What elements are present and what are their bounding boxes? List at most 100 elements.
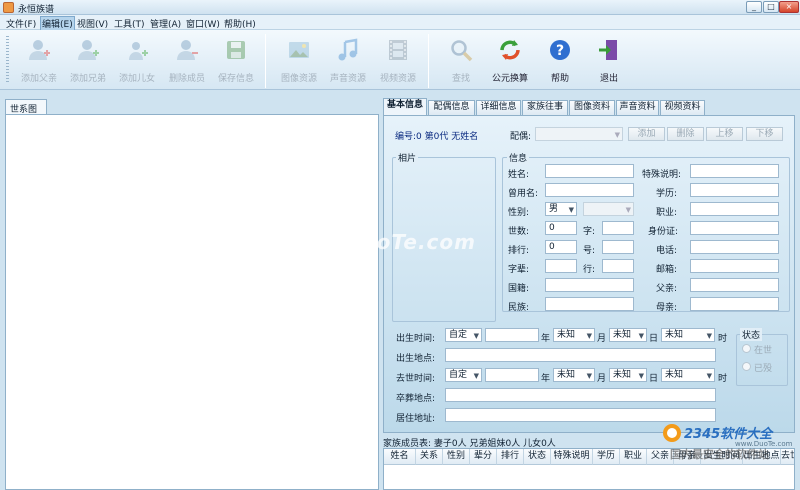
hang-label: 行: [583, 265, 596, 275]
father-label: 父亲: [656, 284, 678, 294]
spouse-delete-button[interactable]: 删除 [667, 127, 704, 141]
menu-window[interactable]: 窗口(W) [186, 17, 220, 30]
menu-manage[interactable]: 管理(A) [150, 17, 181, 30]
audio-resource-button[interactable]: 声音资源 [324, 34, 372, 88]
gender-select[interactable]: 男 [545, 202, 577, 216]
minimize-button[interactable]: _ [746, 1, 762, 13]
birth-month-select[interactable]: 未知 [553, 328, 595, 342]
alias-label: 曾用名: [508, 189, 539, 199]
spouse-down-button[interactable]: 下移 [746, 127, 783, 141]
alive-label: 在世 [754, 346, 773, 356]
tab-image-data[interactable]: 图像资料 [569, 100, 615, 115]
hao-field[interactable] [602, 240, 634, 254]
toolbar-separator [428, 34, 429, 88]
help-button[interactable]: ? 帮助 [536, 34, 584, 88]
menu-tools[interactable]: 工具(T) [114, 17, 145, 30]
column-header[interactable]: 状态 [524, 449, 551, 465]
column-header[interactable]: 职业 [620, 449, 647, 465]
birth-calendar-select[interactable]: 自定 [445, 328, 482, 342]
father-field[interactable] [690, 278, 779, 292]
menu-view[interactable]: 视图(V) [77, 17, 108, 30]
photo-group-title: 相片 [396, 151, 419, 164]
deceased-radio[interactable] [742, 362, 751, 371]
mother-field[interactable] [690, 297, 779, 311]
column-header[interactable]: 排行 [497, 449, 524, 465]
toolbar-grip[interactable] [6, 36, 9, 84]
hang-field[interactable] [602, 259, 634, 273]
birth-place-field[interactable] [445, 348, 716, 362]
exit-button[interactable]: 退出 [585, 34, 633, 88]
maximize-button[interactable]: □ [763, 1, 779, 13]
tab-family-history[interactable]: 家族往事 [522, 100, 568, 115]
calendar-convert-button[interactable]: 公元换算 [486, 34, 534, 88]
add-child-button[interactable]: 添加儿女 [113, 34, 161, 88]
death-year-field[interactable] [485, 368, 539, 382]
idcard-field[interactable] [690, 221, 779, 235]
rank-field[interactable]: 0 [545, 240, 577, 254]
menu-help[interactable]: 帮助(H) [224, 17, 256, 30]
zi-field[interactable] [602, 221, 634, 235]
nationality-field[interactable] [545, 278, 634, 292]
email-field[interactable] [690, 259, 779, 273]
special-note-field[interactable] [690, 164, 779, 178]
death-calendar-select[interactable]: 自定 [445, 368, 482, 382]
add-sibling-button[interactable]: 添加兄弟 [64, 34, 112, 88]
spouse-label: 配偶: [510, 132, 532, 142]
burial-place-field[interactable] [445, 388, 716, 402]
column-header[interactable]: 姓名 [384, 449, 416, 465]
close-button[interactable]: × [779, 1, 799, 13]
birth-year-field[interactable] [485, 328, 539, 342]
column-header[interactable]: 学历 [593, 449, 620, 465]
tab-basic-info[interactable]: 基本信息 [383, 98, 427, 115]
phone-field[interactable] [690, 240, 779, 254]
name-field[interactable] [545, 164, 634, 178]
birth-day-select[interactable]: 未知 [609, 328, 647, 342]
status-group-title: 状态 [740, 328, 763, 341]
search-button[interactable]: 查找 [437, 34, 485, 88]
birth-place-label: 出生地点: [396, 354, 436, 364]
column-header[interactable]: 特殊说明 [551, 449, 593, 465]
menu-edit[interactable]: 编辑(E) [40, 16, 75, 31]
alias-field[interactable] [545, 183, 634, 197]
save-info-button[interactable]: 保存信息 [212, 34, 260, 88]
app-icon [3, 2, 14, 13]
image-resource-button[interactable]: 图像资源 [275, 34, 323, 88]
column-header[interactable]: 辈分 [470, 449, 497, 465]
member-header: 编号:0 第0代 无姓名 配偶: 添加 删除 上移 下移 [389, 125, 789, 143]
nationality-label: 国籍: [508, 284, 530, 294]
spouse-add-button[interactable]: 添加 [628, 127, 665, 141]
lineage-chart-panel[interactable] [5, 114, 379, 490]
death-month-select[interactable]: 未知 [553, 368, 595, 382]
rank-label: 排行: [508, 246, 530, 256]
svg-text:?: ? [556, 43, 564, 59]
tab-detail-info[interactable]: 详细信息 [476, 100, 521, 115]
spouse-select[interactable] [535, 127, 623, 141]
residence-field[interactable] [445, 408, 716, 422]
member-id-info: 编号:0 第0代 无姓名 [395, 132, 479, 142]
column-header[interactable]: 去世 [781, 449, 794, 465]
video-resource-button[interactable]: 视频资源 [374, 34, 422, 88]
spouse-up-button[interactable]: 上移 [706, 127, 743, 141]
add-father-button[interactable]: 添加父亲 [15, 34, 63, 88]
tab-spouse-info[interactable]: 配偶信息 [428, 100, 475, 115]
menu-file[interactable]: 文件(F) [6, 17, 36, 30]
tab-lineage-chart[interactable]: 世系图 [5, 99, 47, 115]
tab-audio-data[interactable]: 声音资料 [616, 100, 659, 115]
death-day-select[interactable]: 未知 [609, 368, 647, 382]
tab-video-data[interactable]: 视频资料 [660, 100, 705, 115]
basic-info-panel: 编号:0 第0代 无姓名 配偶: 添加 删除 上移 下移 相片 信息 姓名: 曾… [383, 115, 795, 433]
gender-sub-select[interactable] [583, 202, 634, 216]
ethnicity-field[interactable] [545, 297, 634, 311]
generation-label: 世数: [508, 227, 530, 237]
birth-hour-select[interactable]: 未知 [661, 328, 715, 342]
delete-member-button[interactable]: 删除成员 [163, 34, 211, 88]
zibei-field[interactable] [545, 259, 577, 273]
alive-radio[interactable] [742, 344, 751, 353]
generation-field[interactable]: 0 [545, 221, 577, 235]
occupation-field[interactable] [690, 202, 779, 216]
ethnicity-label: 民族: [508, 303, 530, 313]
death-hour-select[interactable]: 未知 [661, 368, 715, 382]
education-field[interactable] [690, 183, 779, 197]
column-header[interactable]: 性别 [443, 449, 470, 465]
column-header[interactable]: 关系 [416, 449, 443, 465]
